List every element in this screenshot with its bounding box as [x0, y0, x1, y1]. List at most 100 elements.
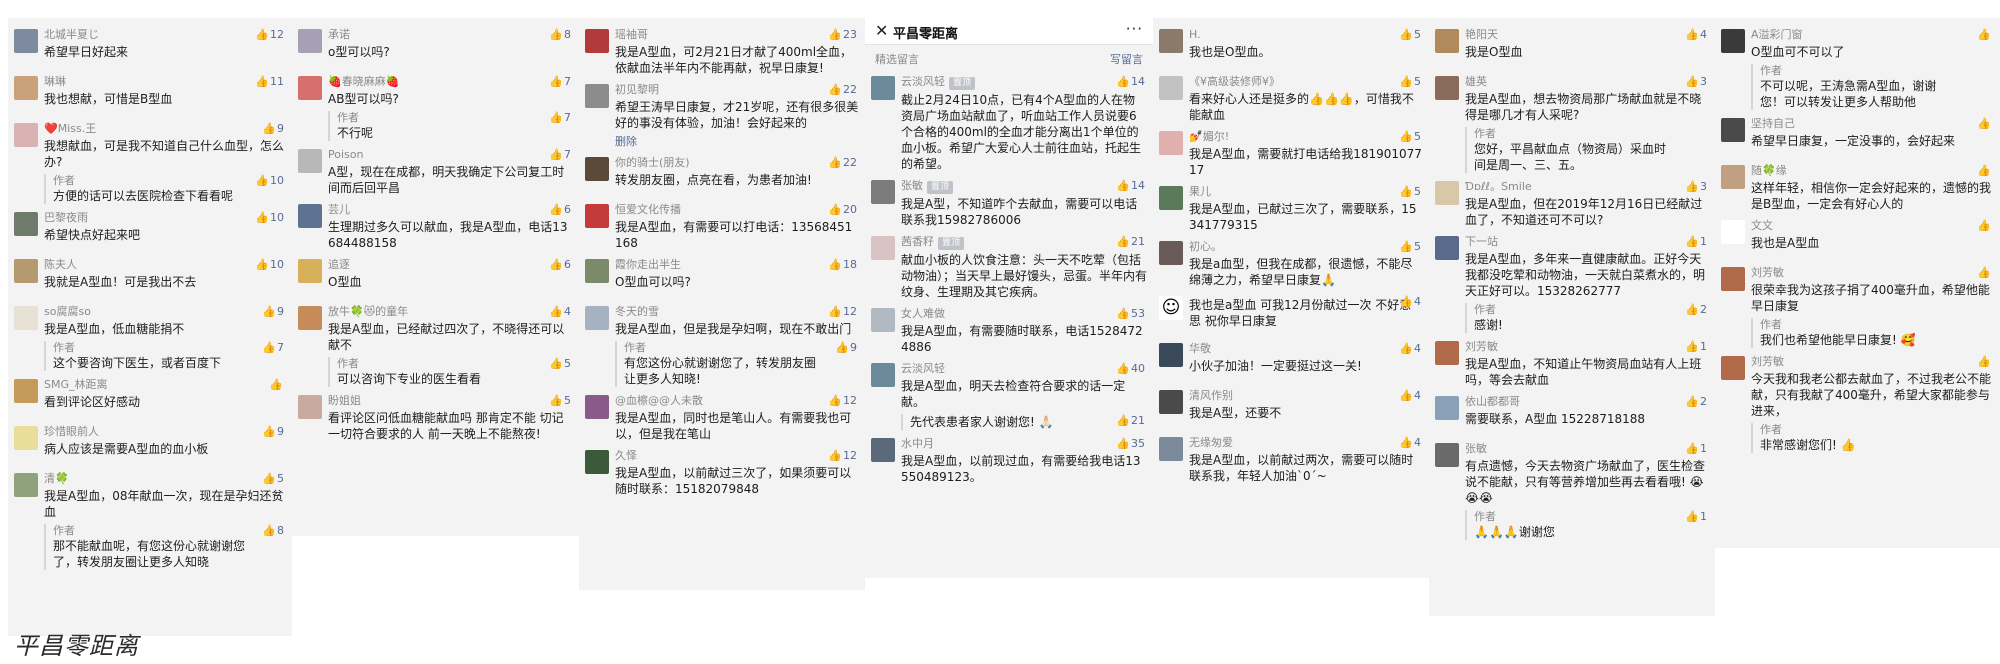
like-button[interactable]: 👍12 [828, 449, 857, 463]
avatar[interactable] [1435, 181, 1459, 205]
like-button[interactable]: 👍23 [828, 28, 857, 42]
like-button[interactable]: 👍53 [1116, 307, 1145, 321]
like-button[interactable]: 👍1 [1685, 442, 1707, 456]
avatar[interactable] [1721, 29, 1745, 53]
like-button[interactable]: 👍5 [549, 394, 571, 408]
like-button[interactable]: 👍40 [1116, 362, 1145, 376]
like-button[interactable]: 👍 [269, 378, 284, 392]
avatar[interactable] [1721, 356, 1745, 380]
avatar[interactable] [14, 306, 38, 330]
avatar[interactable] [14, 379, 38, 403]
avatar[interactable] [298, 306, 322, 330]
avatar[interactable] [298, 29, 322, 53]
avatar[interactable]: ☺ [1159, 296, 1183, 320]
reply-like-button[interactable]: 👍5 [549, 357, 571, 371]
like-button[interactable]: 👍9 [262, 305, 284, 319]
like-button[interactable]: 👍9 [262, 425, 284, 439]
like-button[interactable]: 👍3 [1685, 75, 1707, 89]
like-button[interactable]: 👍5 [1399, 75, 1421, 89]
like-button[interactable]: 👍8 [549, 28, 571, 42]
like-button[interactable]: 👍1 [1685, 235, 1707, 249]
avatar[interactable] [871, 438, 895, 462]
like-button[interactable]: 👍5 [1399, 28, 1421, 42]
avatar[interactable] [1159, 390, 1183, 414]
reply-like-button[interactable]: 👍8 [262, 524, 284, 538]
avatar[interactable] [1721, 118, 1745, 142]
avatar[interactable] [871, 76, 895, 100]
avatar[interactable] [298, 76, 322, 100]
avatar[interactable] [585, 204, 609, 228]
like-button[interactable]: 👍4 [549, 305, 571, 319]
write-comment-link[interactable]: 写留言 [1110, 51, 1143, 67]
avatar[interactable] [1435, 341, 1459, 365]
avatar[interactable] [1159, 343, 1183, 367]
like-button[interactable]: 👍4 [1685, 28, 1707, 42]
like-button[interactable]: 👍12 [828, 305, 857, 319]
avatar[interactable] [871, 308, 895, 332]
avatar[interactable] [871, 363, 895, 387]
avatar[interactable] [585, 259, 609, 283]
like-button[interactable]: 👍 [1977, 28, 1992, 42]
like-button[interactable]: 👍5 [1399, 130, 1421, 144]
like-button[interactable]: 👍5 [262, 472, 284, 486]
avatar[interactable] [1159, 131, 1183, 155]
avatar[interactable] [14, 76, 38, 100]
like-button[interactable]: 👍6 [549, 258, 571, 272]
avatar[interactable] [1435, 236, 1459, 260]
avatar[interactable] [1721, 267, 1745, 291]
avatar[interactable] [14, 259, 38, 283]
like-button[interactable]: 👍4 [1399, 436, 1421, 450]
avatar[interactable] [1721, 220, 1745, 244]
avatar[interactable] [871, 180, 895, 204]
like-button[interactable]: 👍10 [255, 258, 284, 272]
avatar[interactable] [298, 395, 322, 419]
like-button[interactable]: 👍2 [1685, 395, 1707, 409]
avatar[interactable] [871, 236, 895, 260]
avatar[interactable] [298, 204, 322, 228]
avatar[interactable] [14, 426, 38, 450]
avatar[interactable] [14, 123, 38, 147]
reply-like-button[interactable]: 👍10 [255, 174, 284, 188]
like-button[interactable]: 👍7 [549, 148, 571, 162]
avatar[interactable] [1159, 186, 1183, 210]
avatar[interactable] [14, 473, 38, 497]
reply-like-button[interactable]: 👍7 [549, 111, 571, 125]
reply-like-button[interactable]: 👍9 [835, 341, 857, 355]
avatar[interactable] [1159, 29, 1183, 53]
like-button[interactable]: 👍21 [1116, 235, 1145, 249]
avatar[interactable] [585, 395, 609, 419]
reply-like-button[interactable]: 👍21 [1116, 414, 1145, 428]
avatar[interactable] [1435, 443, 1459, 467]
like-button[interactable]: 👍22 [828, 156, 857, 170]
avatar[interactable] [1435, 76, 1459, 100]
reply-like-button[interactable]: 👍7 [262, 341, 284, 355]
avatar[interactable] [298, 259, 322, 283]
reply-like-button[interactable]: 👍1 [1685, 510, 1707, 524]
like-button[interactable]: 👍9 [262, 122, 284, 136]
avatar[interactable] [1159, 437, 1183, 461]
avatar[interactable] [585, 84, 609, 108]
like-button[interactable]: 👍10 [255, 211, 284, 225]
avatar[interactable] [14, 212, 38, 236]
like-button[interactable]: 👍4 [1399, 342, 1421, 356]
avatar[interactable] [1435, 29, 1459, 53]
like-button[interactable]: 👍22 [828, 83, 857, 97]
like-button[interactable]: 👍 [1977, 117, 1992, 131]
avatar[interactable] [1159, 241, 1183, 265]
like-button[interactable]: 👍5 [1399, 185, 1421, 199]
like-button[interactable]: 👍 [1977, 355, 1992, 369]
like-button[interactable]: 👍3 [1685, 180, 1707, 194]
more-icon[interactable]: ··· [1126, 20, 1143, 38]
avatar[interactable] [1721, 165, 1745, 189]
like-button[interactable]: 👍14 [1116, 75, 1145, 89]
avatar[interactable] [298, 149, 322, 173]
close-icon[interactable]: ✕ [875, 21, 888, 40]
delete-link[interactable]: 删除 [615, 133, 859, 149]
like-button[interactable]: 👍18 [828, 258, 857, 272]
avatar[interactable] [14, 29, 38, 53]
avatar[interactable] [1435, 396, 1459, 420]
like-button[interactable]: 👍 [1977, 219, 1992, 233]
like-button[interactable]: 👍20 [828, 203, 857, 217]
avatar[interactable] [585, 450, 609, 474]
like-button[interactable]: 👍4 [1399, 389, 1421, 403]
